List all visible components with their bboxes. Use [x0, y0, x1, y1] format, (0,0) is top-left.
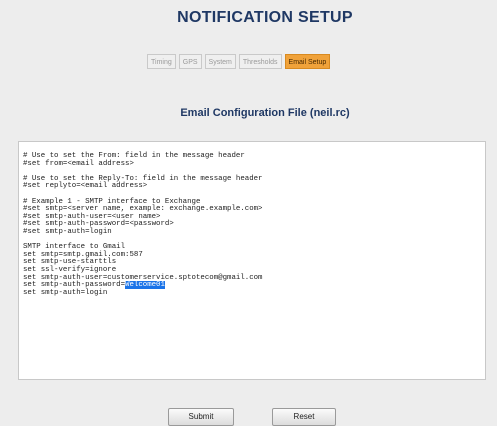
page-title: NOTIFICATION SETUP	[177, 9, 353, 26]
section-title: Email Configuration File (neil.rc)	[180, 107, 350, 119]
config-line: #set from=<email address>	[23, 159, 134, 168]
config-line: #set smtp-auth=login	[23, 227, 112, 236]
tab-email-setup[interactable]: Email Setup	[284, 54, 331, 69]
password-key: set smtp-auth-password=	[23, 281, 126, 290]
tab-thresholds[interactable]: Thresholds	[238, 54, 282, 69]
tab-system[interactable]: System	[204, 54, 236, 69]
tab-gps[interactable]: GPS	[178, 54, 202, 69]
config-textarea[interactable]: # Use to set the From: field in the mess…	[18, 141, 486, 380]
tab-timing[interactable]: Timing	[147, 54, 176, 69]
selected-password-text: Welcome01	[125, 281, 165, 290]
config-line: #set replyto=<email address>	[23, 182, 148, 191]
submit-button[interactable]: Submit	[168, 408, 234, 426]
config-line: set smtp-auth=login	[23, 288, 108, 297]
reset-button[interactable]: Reset	[272, 408, 336, 426]
tab-bar: Timing GPS System Thresholds Email Setup	[147, 54, 331, 69]
